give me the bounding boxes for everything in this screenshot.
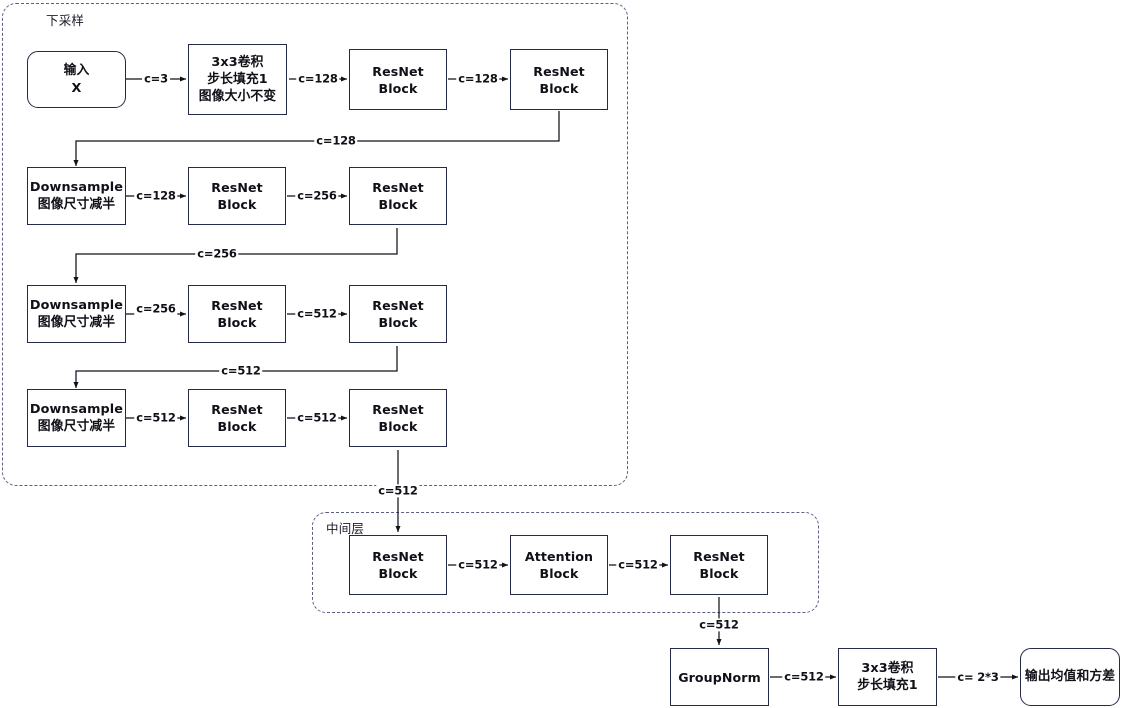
edge-label-middle-groupnorm: c=512: [697, 617, 741, 632]
node-downsample-2-line-1: Downsample: [29, 179, 124, 195]
node-middle-resnet-2[interactable]: ResNet Block: [670, 535, 768, 595]
node-resnet-2b-line-1: ResNet: [372, 180, 424, 195]
node-input-line-1: 输入: [63, 63, 90, 79]
edge-label-resnet2a-resnet2b: c=256: [295, 188, 339, 203]
node-conv-out-line-2: 步长填充1: [857, 678, 918, 693]
edge-label-down3-resnet3a: c=256: [134, 301, 178, 316]
edge-label-row3-row4: c=512: [219, 363, 263, 378]
node-conv-out-line-1: 3x3卷积: [861, 660, 914, 676]
node-middle-attention[interactable]: Attention Block: [510, 535, 608, 595]
node-resnet-4a-line-1: ResNet: [211, 402, 263, 417]
edge-label-input-conv: c=3: [142, 71, 170, 86]
node-downsample-2[interactable]: Downsample 图像尺寸减半: [27, 167, 126, 225]
edge-label-down4-resnet4a: c=512: [134, 410, 178, 425]
downsample-group-label: 下采样: [46, 13, 85, 28]
edge-label-resnet1a-resnet1b: c=128: [456, 71, 500, 86]
node-resnet-3b-line-1: ResNet: [372, 298, 424, 313]
node-downsample-3-line-2: 图像尺寸减半: [37, 315, 116, 330]
node-output-line-1: 输出均值和方差: [1024, 669, 1116, 685]
edge-label-row2-row3: c=256: [195, 246, 239, 261]
node-middle-resnet-1-line-1: ResNet: [372, 549, 424, 564]
node-conv-in-line-1: 3x3卷积: [211, 54, 264, 70]
edge-label-row1-row2: c=128: [314, 133, 358, 148]
edge-label-down2-resnet2a: c=128: [134, 188, 178, 203]
node-middle-resnet-2-line-1: ResNet: [693, 549, 745, 564]
node-downsample-2-line-2: 图像尺寸减半: [37, 197, 116, 212]
diagram-canvas: 下采样 中间层 输入 X 3x3卷积 步长填充1 图像大小不变 ResNet B…: [0, 0, 1124, 708]
node-resnet-2b-line-2: Block: [378, 197, 418, 212]
node-downsample-4[interactable]: Downsample 图像尺寸减半: [27, 389, 126, 447]
node-middle-attention-line-2: Block: [539, 566, 579, 581]
node-resnet-3b[interactable]: ResNet Block: [349, 285, 447, 343]
node-resnet-2b[interactable]: ResNet Block: [349, 167, 447, 225]
node-resnet-3a-line-2: Block: [217, 315, 257, 330]
node-resnet-4b-line-2: Block: [378, 419, 418, 434]
node-resnet-4b-line-1: ResNet: [372, 402, 424, 417]
node-resnet-1a-line-1: ResNet: [372, 63, 424, 79]
edge-label-middle-attention-resnet2: c=512: [616, 557, 660, 572]
node-middle-resnet-1[interactable]: ResNet Block: [349, 535, 447, 595]
node-downsample-4-line-2: 图像尺寸减半: [37, 419, 116, 434]
node-conv-in-line-3: 图像大小不变: [198, 89, 277, 105]
node-resnet-1b-line-2: Block: [539, 80, 579, 96]
node-resnet-4a-line-2: Block: [217, 419, 257, 434]
node-groupnorm[interactable]: GroupNorm: [670, 648, 769, 706]
edge-label-resnet4a-resnet4b: c=512: [295, 410, 339, 425]
node-resnet-3b-line-2: Block: [378, 315, 418, 330]
node-resnet-3a[interactable]: ResNet Block: [188, 285, 286, 343]
edge-label-conv-output-line-1: c=: [957, 669, 974, 684]
edge-label-groupnorm-conv: c=512: [782, 669, 826, 684]
node-downsample-4-line-1: Downsample: [29, 401, 124, 417]
node-middle-resnet-2-line-2: Block: [699, 566, 739, 581]
node-resnet-3a-line-1: ResNet: [211, 298, 263, 313]
edge-label-conv-resnet1a: c=128: [296, 71, 340, 86]
node-conv-in[interactable]: 3x3卷积 步长填充1 图像大小不变: [188, 44, 287, 115]
edge-label-resnet3a-resnet3b: c=512: [295, 306, 339, 321]
node-conv-in-line-2: 步长填充1: [207, 71, 268, 87]
node-downsample-3[interactable]: Downsample 图像尺寸减半: [27, 285, 126, 343]
node-downsample-3-line-1: Downsample: [29, 297, 124, 313]
edge-label-conv-output: c= 2*3: [955, 669, 1001, 685]
node-resnet-4b[interactable]: ResNet Block: [349, 389, 447, 447]
node-resnet-2a-line-1: ResNet: [211, 180, 263, 195]
node-middle-resnet-1-line-2: Block: [378, 566, 418, 581]
node-input[interactable]: 输入 X: [27, 51, 126, 108]
edge-label-middle-resnet1-attention: c=512: [456, 557, 500, 572]
node-resnet-2a[interactable]: ResNet Block: [188, 167, 286, 225]
node-resnet-1b[interactable]: ResNet Block: [510, 49, 608, 110]
edge-label-conv-output-line-2: 2*3: [977, 669, 999, 684]
node-groupnorm-line-1: GroupNorm: [678, 669, 761, 685]
node-resnet-1b-line-1: ResNet: [533, 63, 585, 79]
node-middle-attention-line-1: Attention: [524, 549, 594, 564]
node-output[interactable]: 输出均值和方差: [1020, 648, 1120, 706]
node-resnet-2a-line-2: Block: [217, 197, 257, 212]
node-resnet-1a-line-2: Block: [378, 80, 418, 96]
node-resnet-4a[interactable]: ResNet Block: [188, 389, 286, 447]
node-input-line-2: X: [71, 80, 82, 96]
node-resnet-1a[interactable]: ResNet Block: [349, 49, 447, 110]
node-conv-out[interactable]: 3x3卷积 步长填充1: [838, 648, 937, 706]
edge-label-row4-middle: c=512: [376, 483, 420, 498]
